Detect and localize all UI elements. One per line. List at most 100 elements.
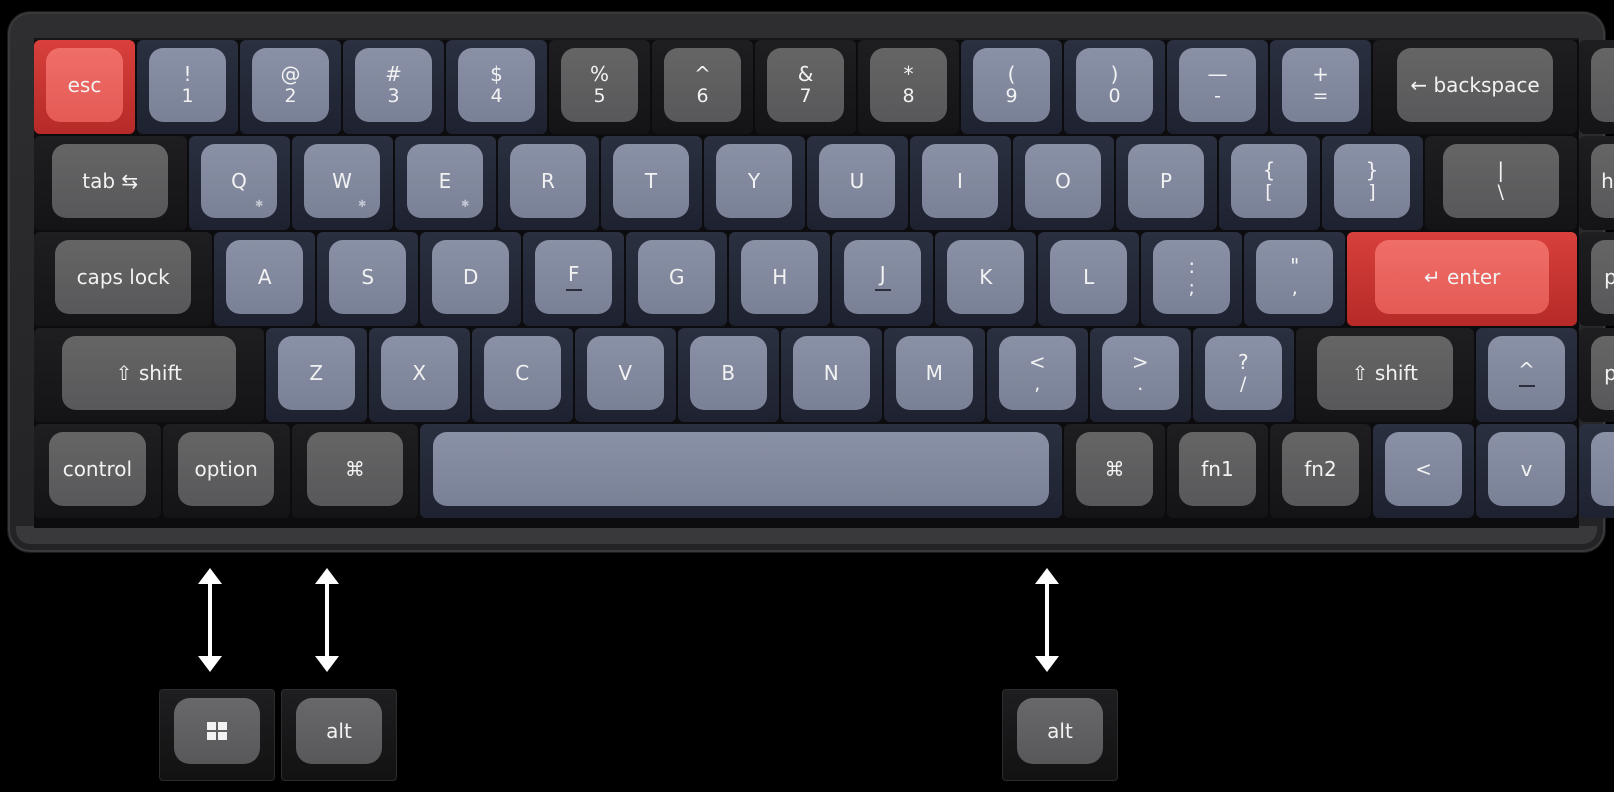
key-4[interactable]: $4 xyxy=(446,40,547,134)
key-symbol[interactable]: ⌘ xyxy=(1064,424,1165,518)
key-symbol[interactable]: ^ xyxy=(1476,328,1577,422)
key-k[interactable]: K xyxy=(935,232,1037,326)
key-7[interactable]: & 7 xyxy=(755,40,856,134)
key-8[interactable]: * 8 xyxy=(858,40,959,134)
key-symbol[interactable]: <, xyxy=(986,328,1088,422)
key-symbol[interactable]: | \ xyxy=(1424,136,1577,230)
primary-legend: \ xyxy=(1497,180,1504,203)
key-space[interactable] xyxy=(420,424,1062,518)
keycap-legend: U xyxy=(818,144,896,218)
keycap-legend: ↵ enter xyxy=(1374,240,1550,314)
replacement-key-alt-right[interactable]: alt xyxy=(1002,689,1118,781)
key-fn2[interactable]: fn2 xyxy=(1270,424,1371,518)
keycap-legend: pgdn xyxy=(1591,336,1614,410)
key-v[interactable]: V xyxy=(574,328,676,422)
key-p[interactable]: P xyxy=(1115,136,1217,230)
key-h[interactable]: H xyxy=(729,232,831,326)
keycap-legend: Q ✱ xyxy=(200,144,278,218)
keycap-legend: ⇧ shift xyxy=(61,336,237,410)
key-o[interactable]: O xyxy=(1012,136,1114,230)
replacement-key-alt-left[interactable]: alt xyxy=(281,689,397,781)
key-z[interactable]: Z xyxy=(265,328,367,422)
key-tab[interactable]: tab ⇆ xyxy=(34,136,187,230)
key-5[interactable]: % 5 xyxy=(549,40,650,134)
keycap-legend: % 5 xyxy=(561,48,638,122)
key-u[interactable]: U xyxy=(806,136,908,230)
key-g[interactable]: G xyxy=(626,232,728,326)
key-symbol[interactable]: > xyxy=(1579,424,1614,518)
key-0[interactable]: ) 0 xyxy=(1064,40,1165,134)
key-y[interactable]: Y xyxy=(703,136,805,230)
key-i[interactable]: I xyxy=(909,136,1011,230)
keycap-legend: ← backspace xyxy=(1397,48,1553,122)
keycap-legend: & 7 xyxy=(767,48,844,122)
key-backspace[interactable]: ← backspace xyxy=(1373,40,1577,134)
key-symbol[interactable]: 💡 xyxy=(1579,40,1614,134)
key-1[interactable]: ! 1 xyxy=(137,40,238,134)
key-2[interactable]: @2 xyxy=(240,40,341,134)
key-symbol[interactable]: ? / xyxy=(1192,328,1294,422)
key-shift[interactable]: ⇧ shift xyxy=(1295,328,1474,422)
key-symbol[interactable]: ⌘ xyxy=(291,424,419,518)
key-s[interactable]: S xyxy=(317,232,419,326)
key-c[interactable]: C xyxy=(471,328,573,422)
key-t[interactable]: T xyxy=(600,136,702,230)
key-symbol[interactable]: < xyxy=(1373,424,1474,518)
keycap-legend: esc xyxy=(46,48,123,122)
key-6[interactable]: ^ 6 xyxy=(652,40,753,134)
key-option[interactable]: option xyxy=(162,424,290,518)
key-m[interactable]: M xyxy=(883,328,985,422)
key-l[interactable]: L xyxy=(1038,232,1140,326)
keycap-legend: K xyxy=(947,240,1025,314)
key-e[interactable]: E ✱ xyxy=(394,136,496,230)
key-symbol[interactable]: }] xyxy=(1321,136,1423,230)
key-symbol[interactable]: >. xyxy=(1089,328,1191,422)
key-symbol[interactable]: {[ xyxy=(1218,136,1320,230)
key-caps-lock[interactable]: caps lock xyxy=(34,232,213,326)
key-9[interactable]: (9 xyxy=(961,40,1062,134)
key-enter[interactable]: ↵ enter xyxy=(1347,232,1577,326)
keycap-legend: ? / xyxy=(1204,336,1282,410)
keycap-legend: (9 xyxy=(973,48,1050,122)
key-b[interactable]: B xyxy=(677,328,779,422)
primary-legend: N xyxy=(823,360,839,385)
primary-legend: ↵ enter xyxy=(1423,264,1501,289)
primary-legend: [ xyxy=(1265,180,1273,203)
key-shift[interactable]: ⇧ shift xyxy=(34,328,264,422)
key-symbol[interactable]: :; xyxy=(1141,232,1243,326)
key-x[interactable]: X xyxy=(368,328,470,422)
primary-legend: E xyxy=(438,168,452,193)
key-control[interactable]: control xyxy=(34,424,161,518)
key-q[interactable]: Q ✱ xyxy=(188,136,290,230)
primary-legend: 2 xyxy=(284,84,297,107)
key-j[interactable]: J xyxy=(832,232,934,326)
key-pgup[interactable]: pgup xyxy=(1579,232,1614,326)
key-symbol[interactable]: — - xyxy=(1167,40,1268,134)
key-a[interactable]: A xyxy=(214,232,316,326)
keycap-legend: >. xyxy=(1101,336,1179,410)
key-home[interactable]: home xyxy=(1579,136,1614,230)
key-f[interactable]: F xyxy=(523,232,625,326)
primary-legend: v xyxy=(1520,456,1533,481)
key-d[interactable]: D xyxy=(420,232,522,326)
primary-legend: M xyxy=(925,360,943,385)
primary-legend: X xyxy=(412,360,427,385)
key-3[interactable]: #3 xyxy=(343,40,444,134)
key-pgdn[interactable]: pgdn xyxy=(1579,328,1614,422)
primary-legend: W xyxy=(332,168,352,193)
keycap-legend: ", xyxy=(1256,240,1334,314)
key-esc[interactable]: esc xyxy=(34,40,135,134)
key-w[interactable]: W ✱ xyxy=(291,136,393,230)
key-r[interactable]: R xyxy=(497,136,599,230)
keycap-legend: < xyxy=(1385,432,1462,506)
key-n[interactable]: N xyxy=(780,328,882,422)
key-symbol[interactable]: ", xyxy=(1244,232,1346,326)
replacement-key-windows[interactable] xyxy=(159,689,275,781)
primary-legend: < xyxy=(1415,456,1432,481)
shift-legend: { xyxy=(1262,157,1276,182)
primary-legend: 4 xyxy=(490,84,503,107)
key-fn1[interactable]: fn1 xyxy=(1167,424,1268,518)
key-v[interactable]: v xyxy=(1476,424,1577,518)
windows-logo-icon xyxy=(207,722,227,740)
key-symbol[interactable]: + = xyxy=(1270,40,1371,134)
